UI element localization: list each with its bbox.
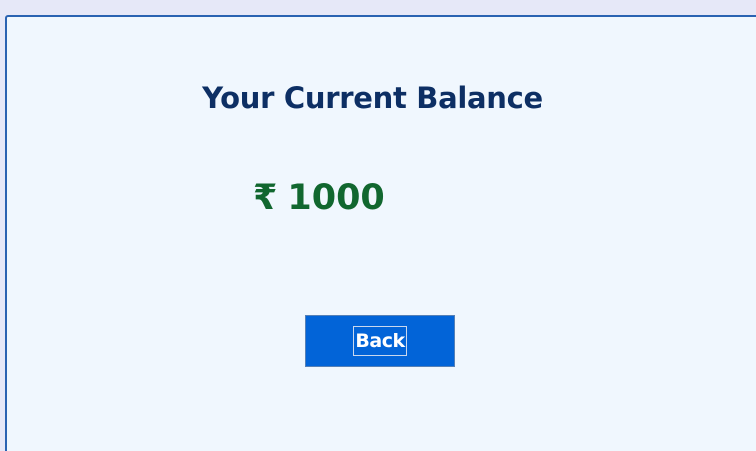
balance-value: 1000 — [287, 178, 385, 218]
rupee-icon: ₹ — [253, 178, 278, 218]
back-button[interactable]: Back — [305, 315, 455, 367]
balance-panel: Your Current Balance ₹1000 — [5, 15, 756, 451]
back-button-label: Back — [353, 326, 407, 356]
page: Your Current Balance ₹1000 Back — [0, 0, 756, 451]
balance-amount: ₹1000 — [253, 178, 385, 218]
page-title: Your Current Balance — [202, 81, 543, 115]
